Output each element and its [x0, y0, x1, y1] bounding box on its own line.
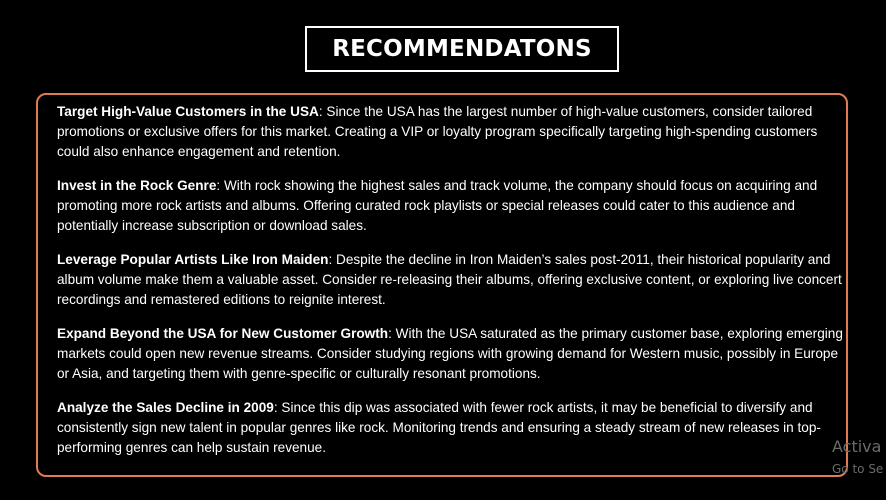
watermark-line-1: Activa [832, 437, 882, 456]
recommendation-item: Analyze the Sales Decline in 2009: Since… [57, 398, 847, 458]
recommendations-list: Target High-Value Customers in the USA: … [57, 102, 847, 472]
recommendation-heading: Expand Beyond the USA for New Customer G… [57, 326, 389, 341]
recommendation-heading: Analyze the Sales Decline in 2009 [57, 400, 274, 415]
page-title: RECOMMENDATONS [332, 36, 592, 62]
title-box: RECOMMENDATONS [305, 26, 619, 72]
watermark-line-2: Go to Se [832, 462, 884, 476]
recommendation-item: Invest in the Rock Genre: With rock show… [57, 176, 847, 236]
recommendation-item: Leverage Popular Artists Like Iron Maide… [57, 250, 847, 310]
recommendation-heading: Leverage Popular Artists Like Iron Maide… [57, 252, 329, 267]
recommendation-item: Expand Beyond the USA for New Customer G… [57, 324, 847, 384]
activation-watermark: Activa Go to Se [832, 437, 883, 477]
recommendation-item: Target High-Value Customers in the USA: … [57, 102, 847, 162]
recommendation-heading: Target High-Value Customers in the USA [57, 104, 319, 119]
recommendation-heading: Invest in the Rock Genre [57, 178, 217, 193]
